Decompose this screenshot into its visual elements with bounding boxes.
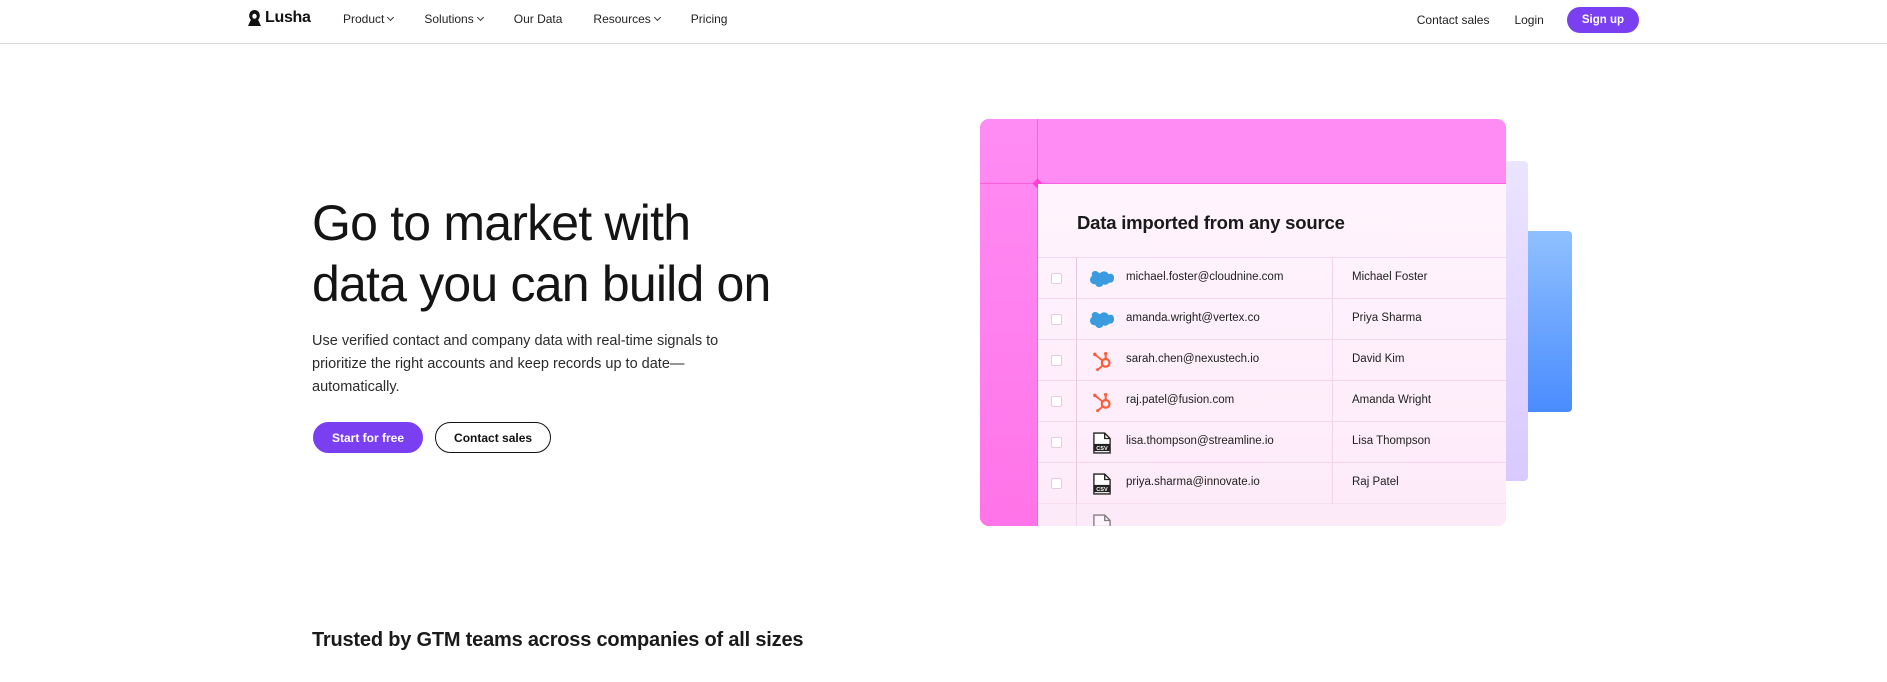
column-divider — [1332, 381, 1333, 422]
hero-title-line-2: data you can build on — [312, 256, 771, 312]
csv-icon: CSV — [1090, 514, 1114, 526]
column-divider — [1332, 258, 1333, 299]
import-row[interactable]: CSV lisa.thompson@streamline.io Lisa Thomp… — [1038, 421, 1506, 463]
row-email: sarah.chen@nexustech.io — [1126, 353, 1260, 365]
import-row[interactable]: amanda.wright@vertex.co Priya Sharma — [1038, 298, 1506, 340]
nav-solutions-label: Solutions — [424, 12, 474, 26]
import-row[interactable]: sarah.chen@nexustech.io David Kim — [1038, 339, 1506, 381]
csv-icon: CSV — [1090, 432, 1114, 454]
card-left-strip — [980, 119, 1038, 526]
nav-our-data-label: Our Data — [513, 12, 563, 26]
row-checkbox[interactable] — [1051, 355, 1062, 366]
nav-contact-sales[interactable]: Contact sales — [1417, 13, 1490, 27]
hero-description: Use verified contact and company data wi… — [312, 333, 719, 395]
top-navigation: Lusha Product Solutions Our Data Resourc… — [0, 0, 1887, 44]
import-row[interactable]: raj.patel@fusion.com Amanda Wright — [1038, 380, 1506, 422]
import-row[interactable]: michael.foster@cloudnine.com Michael Fost… — [1038, 257, 1506, 299]
nav-resources-label: Resources — [593, 12, 651, 26]
chevron-down-icon — [387, 13, 395, 22]
row-name: Lisa Thompson — [1352, 435, 1431, 447]
import-row-partial: CSV — [1038, 503, 1506, 526]
chevron-down-icon — [653, 13, 661, 22]
svg-text:CSV: CSV — [1096, 446, 1108, 452]
data-import-card: Data imported from any source michael.fo… — [980, 119, 1506, 526]
import-rows: michael.foster@cloudnine.com Michael Fost… — [1038, 257, 1506, 526]
import-row[interactable]: CSV priya.sharma@innovate.io Raj Patel — [1038, 462, 1506, 504]
row-email: lisa.thompson@streamline.io — [1126, 435, 1274, 447]
row-checkbox[interactable] — [1051, 314, 1062, 325]
hero-title: Go to market with data you can build on — [312, 193, 872, 315]
column-divider — [1332, 299, 1333, 340]
nav-solutions[interactable]: Solutions — [424, 12, 484, 26]
row-name: Amanda Wright — [1352, 394, 1432, 406]
column-divider — [1332, 340, 1333, 381]
row-email: michael.foster@cloudnine.com — [1126, 271, 1284, 283]
data-import-panel: Data imported from any source michael.fo… — [1038, 184, 1506, 526]
column-divider — [1076, 463, 1077, 504]
lusha-logo[interactable]: Lusha — [247, 9, 311, 27]
row-checkbox[interactable] — [1051, 437, 1062, 448]
column-divider — [1076, 422, 1077, 463]
hero-illustration: Data imported from any source michael.fo… — [980, 119, 1580, 526]
column-divider — [1332, 422, 1333, 463]
hero-cta-row: Start for free Contact sales — [313, 422, 552, 453]
column-divider — [1076, 381, 1077, 422]
row-email: priya.sharma@innovate.io — [1126, 476, 1260, 488]
nav-product[interactable]: Product — [343, 12, 395, 26]
main-menu: Product Solutions Our Data Resources Pri… — [343, 12, 758, 26]
salesforce-icon — [1090, 309, 1114, 331]
lusha-logo-icon — [248, 10, 261, 26]
sign-up-button[interactable]: Sign up — [1566, 7, 1639, 33]
column-divider — [1332, 463, 1333, 504]
column-divider — [1076, 340, 1077, 381]
hero-title-line-1: Go to market with — [312, 195, 691, 251]
panel-title: Data imported from any source — [1077, 212, 1345, 233]
nav-actions: Contact sales Login Sign up — [1417, 7, 1639, 33]
salesforce-icon — [1090, 268, 1114, 290]
row-name: David Kim — [1352, 353, 1405, 365]
hubspot-icon — [1090, 350, 1114, 372]
nav-resources[interactable]: Resources — [593, 12, 661, 26]
row-name: Michael Foster — [1352, 271, 1428, 283]
row-checkbox[interactable] — [1051, 478, 1062, 489]
nav-pricing[interactable]: Pricing — [691, 12, 728, 26]
chevron-down-icon — [476, 13, 484, 22]
row-checkbox[interactable] — [1051, 273, 1062, 284]
column-divider — [1076, 299, 1077, 340]
start-for-free-button[interactable]: Start for free — [313, 422, 424, 453]
csv-icon: CSV — [1090, 473, 1114, 495]
logo-text: Lusha — [265, 9, 311, 26]
row-checkbox[interactable] — [1051, 396, 1062, 407]
hubspot-icon — [1090, 391, 1114, 413]
login-link[interactable]: Login — [1514, 13, 1543, 27]
nav-pricing-label: Pricing — [690, 12, 728, 26]
row-email: raj.patel@fusion.com — [1126, 394, 1235, 406]
trusted-heading: Trusted by GTM teams across companies of… — [312, 629, 804, 651]
column-divider — [1076, 504, 1077, 526]
contact-sales-button[interactable]: Contact sales — [435, 422, 552, 453]
nav-our-data[interactable]: Our Data — [514, 12, 563, 26]
nav-product-label: Product — [343, 12, 385, 26]
row-name: Priya Sharma — [1352, 312, 1422, 324]
row-name: Raj Patel — [1352, 476, 1399, 488]
svg-text:CSV: CSV — [1096, 487, 1108, 493]
column-divider — [1076, 258, 1077, 299]
row-email: amanda.wright@vertex.co — [1126, 312, 1260, 324]
